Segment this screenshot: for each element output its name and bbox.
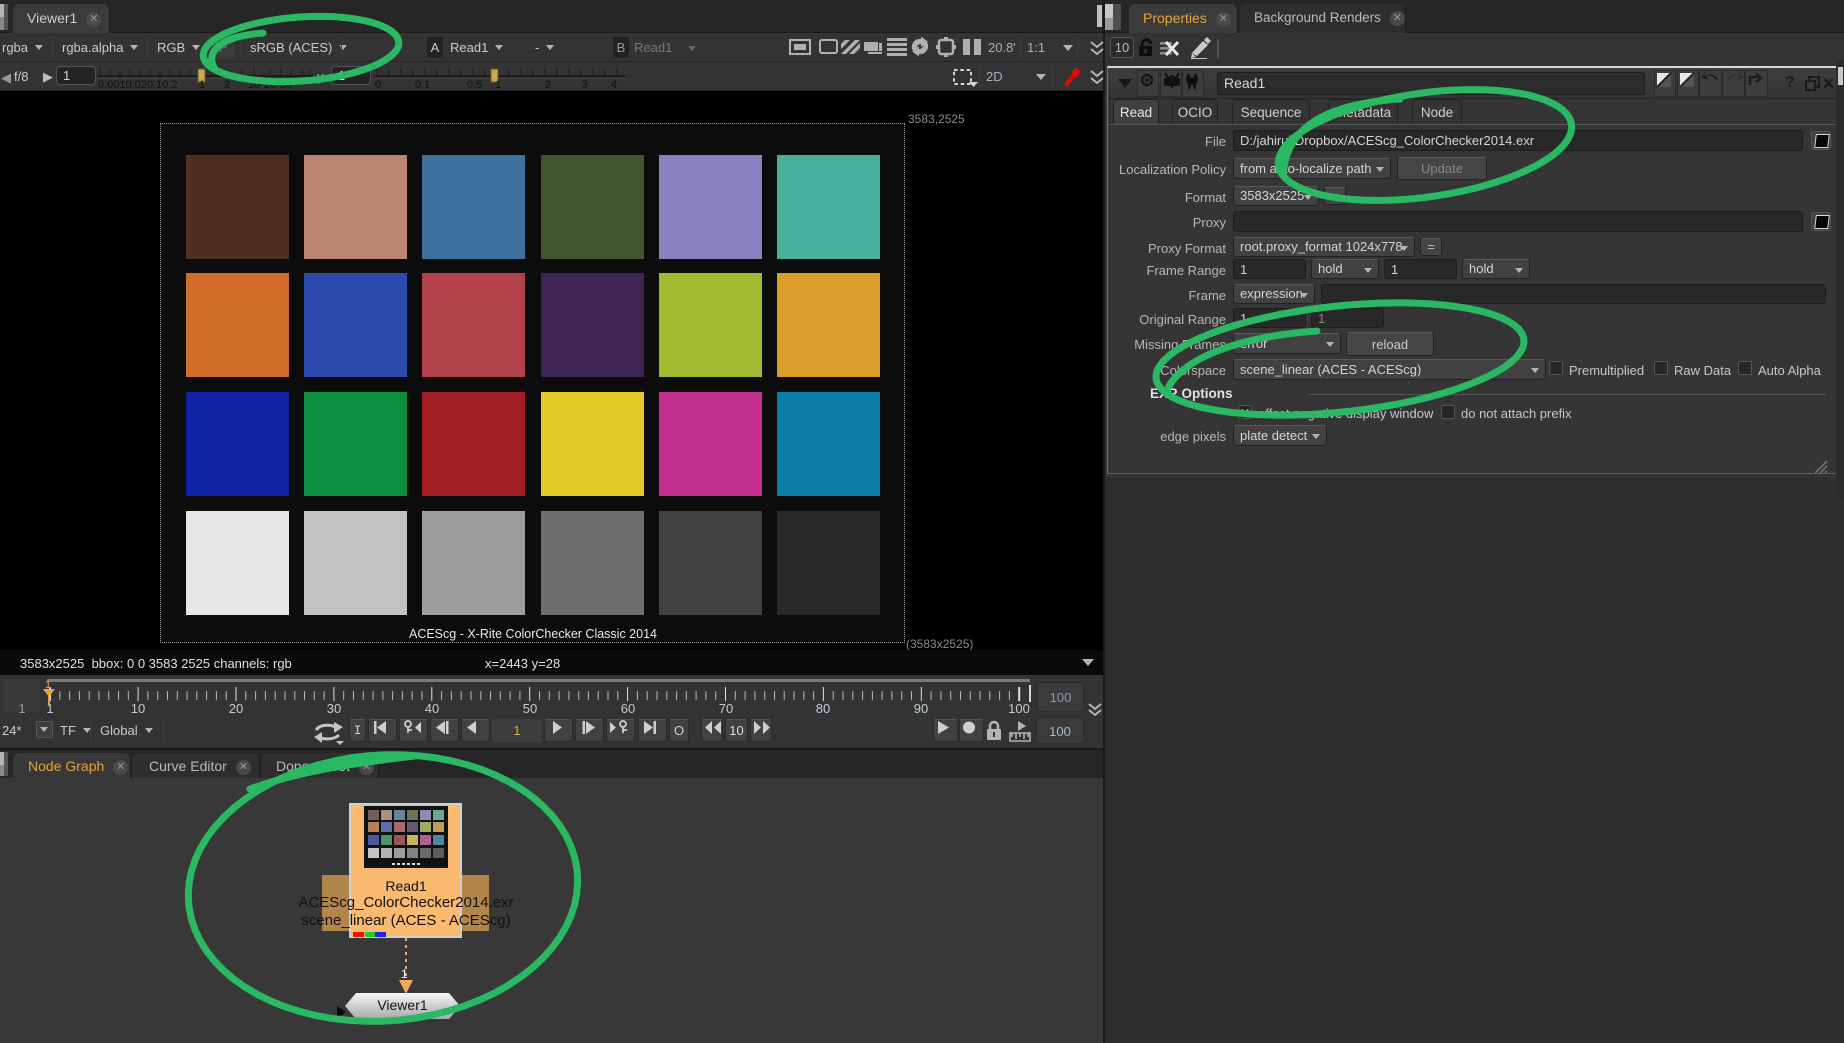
svg-text:40: 40	[425, 701, 439, 716]
svg-text:0.1: 0.1	[415, 79, 430, 89]
svg-text:0.5: 0.5	[467, 79, 482, 89]
svg-text:0.0010.020.10.2: 0.0010.020.10.2	[98, 79, 178, 89]
svg-text:80: 80	[816, 701, 830, 716]
svg-text:90: 90	[914, 701, 928, 716]
svg-text:4: 4	[611, 79, 617, 89]
svg-text:2: 2	[545, 79, 551, 89]
svg-text:70: 70	[719, 701, 733, 716]
svg-text:30: 30	[327, 701, 341, 716]
svg-text:1: 1	[495, 79, 501, 89]
svg-text:2: 2	[224, 79, 230, 89]
svg-text:1: 1	[18, 701, 25, 716]
svg-text:3: 3	[582, 79, 588, 89]
svg-text:60: 60	[621, 701, 635, 716]
svg-text:20: 20	[264, 79, 276, 89]
svg-text:50: 50	[523, 701, 537, 716]
svg-text:1: 1	[199, 79, 205, 89]
svg-text:1: 1	[401, 967, 408, 981]
svg-text:10: 10	[131, 701, 145, 716]
svg-text:20: 20	[229, 701, 243, 716]
svg-text:100: 100	[1008, 701, 1030, 716]
svg-text:10: 10	[248, 79, 260, 89]
svg-text:30: 30	[280, 79, 292, 89]
svg-text:0: 0	[375, 79, 381, 89]
